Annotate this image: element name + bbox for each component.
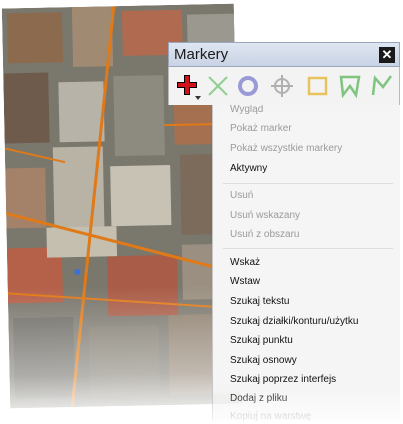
- polygon-button[interactable]: [337, 72, 363, 100]
- menu-item-copy-to-layer[interactable]: Kopiuj na warstwę: [230, 410, 311, 424]
- circle-marker-icon: [238, 76, 258, 96]
- markers-toolbar: [168, 67, 400, 105]
- menu-item-delete-from-area[interactable]: Usuń z obszaru: [230, 228, 299, 242]
- menu-separator: [223, 248, 393, 249]
- menu-item-add-from-file[interactable]: Dodaj z pliku: [230, 392, 287, 406]
- menu-item-search-base[interactable]: Szukaj osnowy: [230, 354, 297, 368]
- crosshair-button[interactable]: [269, 72, 295, 100]
- panel-title: Markery: [174, 46, 229, 63]
- close-button[interactable]: ✕: [379, 47, 395, 63]
- crosshair-target-icon: [271, 75, 293, 97]
- menu-item-search-point[interactable]: Szukaj punktu: [230, 334, 293, 348]
- panel-titlebar[interactable]: Markery ✕: [168, 42, 400, 67]
- menu-item-point[interactable]: Wskaż: [230, 256, 260, 270]
- menu-item-show-marker[interactable]: Pokaż marker: [230, 122, 292, 136]
- menu-item-search-text[interactable]: Szukaj tekstu: [230, 295, 289, 309]
- menu-item-search-parcel[interactable]: Szukaj działki/konturu/użytku: [230, 315, 358, 329]
- delete-marker-button[interactable]: [205, 72, 231, 100]
- menu-item-show-all-markers[interactable]: Pokaż wszystkie markery: [230, 142, 342, 156]
- rectangle-icon: [307, 76, 328, 96]
- polygon-icon: [339, 75, 361, 99]
- polyline-button[interactable]: [369, 72, 395, 100]
- menu-item-delete[interactable]: Usuń: [230, 189, 253, 203]
- menu-item-search-interface[interactable]: Szukaj poprzez interfejs: [230, 373, 336, 387]
- menu-separator: [223, 183, 393, 184]
- context-menu: Wygląd Pokaż marker Pokaż wszystkie mark…: [212, 104, 400, 424]
- delete-cross-icon: [208, 76, 228, 96]
- menu-item-active[interactable]: Aktywny: [230, 162, 267, 176]
- menu-item-delete-selected[interactable]: Usuń wskazany: [230, 209, 300, 223]
- menu-item-view: Wygląd: [230, 104, 264, 115]
- menu-item-insert[interactable]: Wstaw: [230, 275, 260, 289]
- markery-panel: Markery ✕ Wygląd Pokaż marker Pokaż wszy…: [168, 42, 400, 424]
- circle-marker-button[interactable]: [235, 72, 261, 100]
- polyline-icon: [371, 75, 393, 96]
- rectangle-button[interactable]: [305, 72, 331, 100]
- add-marker-button[interactable]: [173, 72, 201, 100]
